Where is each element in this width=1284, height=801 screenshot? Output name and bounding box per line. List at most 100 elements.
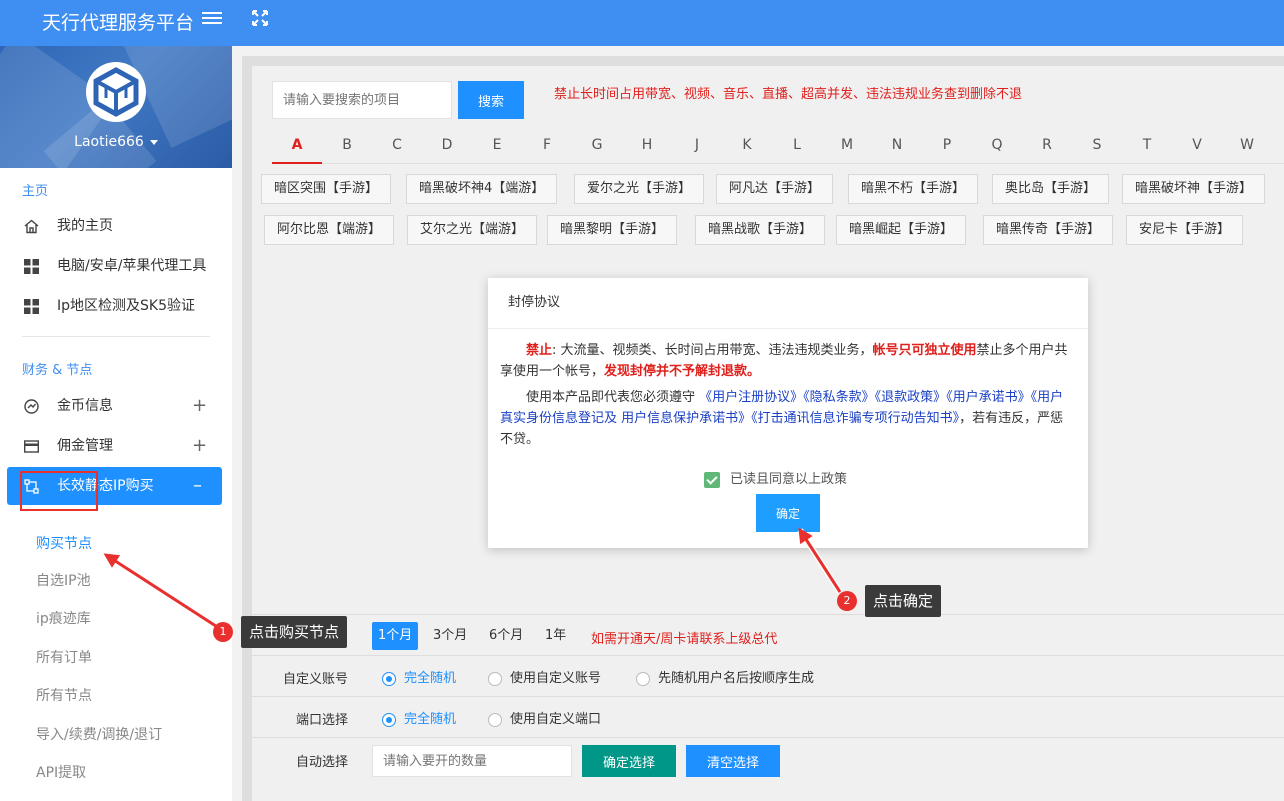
sub-api-extract[interactable]: API提取 — [36, 762, 86, 782]
nav-commission[interactable]: 佣金管理 + — [0, 427, 232, 465]
letter-tab-k[interactable]: K — [722, 136, 772, 154]
game-tag[interactable]: 暗黑黎明【手游】 — [547, 215, 678, 245]
section-title-main: 主页 — [22, 184, 49, 199]
collapse-minus-icon[interactable]: – — [193, 467, 202, 505]
sidebar-divider — [22, 336, 210, 337]
auto-select-label: 自动选择 — [295, 755, 348, 770]
username-dropdown[interactable]: Laotie666 — [0, 134, 232, 150]
expand-plus-icon[interactable]: + — [192, 387, 207, 425]
user-profile-header: Laotie666 — [0, 46, 232, 168]
letter-tab-s[interactable]: S — [1072, 136, 1122, 154]
sub-ip-trace[interactable]: ip痕迹库 — [36, 608, 91, 628]
home-icon — [24, 219, 39, 234]
sub-custom-ip-pool[interactable]: 自选IP池 — [36, 570, 91, 590]
active-letter-underline — [272, 162, 322, 164]
buy-node-highlight-box — [20, 471, 98, 511]
game-tag[interactable]: 暗黑战歌【手游】 — [695, 215, 826, 245]
modal-title: 封停协议 — [488, 278, 1088, 329]
letter-tab-n[interactable]: N — [872, 136, 922, 154]
game-tag[interactable]: 爱尔之光【手游】 — [574, 174, 705, 204]
letter-tab-b[interactable]: B — [322, 136, 372, 154]
search-input[interactable] — [272, 81, 452, 119]
game-tag[interactable]: 暗黑崛起【手游】 — [836, 215, 967, 245]
nav-ip-check-label: Ip地区检测及SK5验证 — [57, 298, 195, 314]
sub-all-nodes[interactable]: 所有节点 — [36, 685, 92, 705]
period-3-months[interactable]: 3个月 — [427, 622, 473, 650]
modal-confirm-button[interactable]: 确定 — [756, 494, 820, 532]
letter-tab-c[interactable]: C — [372, 136, 422, 154]
letter-tab-m[interactable]: M — [822, 136, 872, 154]
port-option-custom[interactable]: 使用自定义端口 — [488, 708, 601, 727]
game-tag[interactable]: 暗黑破坏神4【端游】 — [406, 174, 558, 204]
game-tag[interactable]: 暗黑传奇【手游】 — [983, 215, 1114, 245]
game-tag[interactable]: 暗黑破坏神【手游】 — [1122, 174, 1266, 204]
account-row: 自定义账号 完全随机 使用自定义账号 先随机用户名后按顺序生成 — [252, 655, 1284, 696]
account-option-custom[interactable]: 使用自定义账号 — [488, 667, 601, 686]
letter-tab-h[interactable]: H — [622, 136, 672, 154]
nav-ip-check[interactable]: Ip地区检测及SK5验证 — [0, 287, 232, 325]
cube-logo-icon — [93, 67, 139, 117]
letter-tab-w[interactable]: W — [1222, 136, 1272, 154]
period-1-month[interactable]: 1个月 — [372, 622, 419, 650]
nav-commission-label: 佣金管理 — [57, 438, 113, 454]
sub-import-renew[interactable]: 导入/续费/调换/退订 — [36, 724, 162, 744]
nav-coins-label: 金币信息 — [57, 398, 113, 414]
game-tag[interactable]: 暗黑不朽【手游】 — [848, 174, 979, 204]
game-tag[interactable]: 艾尔之光【端游】 — [407, 215, 538, 245]
account-option-sequential[interactable]: 先随机用户名后按顺序生成 — [636, 667, 814, 686]
account-option-random[interactable]: 完全随机 — [382, 667, 456, 686]
game-tag[interactable]: 暗区突围【手游】 — [261, 174, 392, 204]
grid-icon — [24, 259, 39, 274]
clear-selection-button[interactable]: 清空选择 — [686, 745, 780, 777]
letter-tab-r[interactable]: R — [1022, 136, 1072, 154]
letter-tab-l[interactable]: L — [772, 136, 822, 154]
card-icon — [24, 440, 39, 453]
confirm-selection-button[interactable]: 确定选择 — [582, 745, 676, 777]
checkbox-checked-icon[interactable] — [704, 471, 720, 488]
period-6-months[interactable]: 6个月 — [483, 622, 529, 650]
nav-proxy-tools-label: 电脑/安卓/苹果代理工具 — [57, 258, 207, 274]
nav-home[interactable]: 我的主页 — [0, 207, 232, 245]
period-1-year[interactable]: 1年 — [539, 622, 572, 650]
search-button[interactable]: 搜索 — [458, 81, 524, 119]
sub-all-orders[interactable]: 所有订单 — [36, 647, 92, 667]
username: Laotie666 — [74, 134, 144, 150]
letter-tab-g[interactable]: G — [572, 136, 622, 154]
letter-tab-v[interactable]: V — [1172, 136, 1222, 154]
menu-toggle-icon[interactable] — [202, 9, 222, 29]
letter-tab-t[interactable]: T — [1122, 136, 1172, 154]
game-tag[interactable]: 阿尔比恩【端游】 — [264, 215, 395, 245]
step-2-callout: 点击确定 — [865, 585, 942, 617]
step-2-badge: 2 — [837, 591, 857, 611]
policy-paragraph-2: 使用本产品即代表您必须遵守 《用户注册协议》《隐私条款》《退款政策》《用户承诺书… — [500, 390, 1064, 447]
agree-checkbox[interactable]: 已读且同意以上政策 — [704, 468, 847, 488]
modal-body: 禁止: 大流量、视频类、长时间占用带宽、违法违规类业务，帐号只可独立使用禁止多个… — [500, 340, 1070, 450]
radio-dot — [382, 671, 396, 686]
letter-tab-d[interactable]: D — [422, 136, 472, 154]
letter-tab-q[interactable]: Q — [972, 136, 1022, 154]
purchase-form: 1个月 3个月 6个月 1年 如需开通天/周卡请联系上级总代 自定义账号 完全随… — [252, 614, 1284, 801]
usage-warning-notice: 禁止长时间占用带宽、视频、音乐、直播、超高并发、违法违规业务查到删除不退 — [554, 87, 1023, 102]
step-1-badge: 1 — [213, 622, 233, 642]
port-option-random[interactable]: 完全随机 — [382, 708, 456, 727]
sub-buy-node[interactable]: 购买节点 — [36, 533, 92, 553]
game-tag[interactable]: 安尼卡【手游】 — [1126, 215, 1244, 245]
game-tag[interactable]: 奥比岛【手游】 — [992, 174, 1110, 204]
fullscreen-icon[interactable] — [251, 9, 269, 27]
section-title-finance: 财务 & 节点 — [22, 363, 93, 378]
quantity-input[interactable] — [372, 745, 572, 777]
nav-coins[interactable]: 金币信息 + — [0, 387, 232, 425]
letter-tab-j[interactable]: J — [672, 136, 722, 154]
letter-tab-f[interactable]: F — [522, 136, 572, 154]
port-row: 端口选择 完全随机 使用自定义端口 — [252, 696, 1284, 737]
letter-tab-p[interactable]: P — [922, 136, 972, 154]
avatar[interactable] — [86, 62, 146, 122]
agree-label: 已读且同意以上政策 — [730, 472, 848, 487]
ban-agreement-modal: 封停协议 禁止: 大流量、视频类、长时间占用带宽、违法违规类业务，帐号只可独立使… — [488, 278, 1088, 548]
expand-plus-icon[interactable]: + — [192, 427, 207, 465]
letter-tab-e[interactable]: E — [472, 136, 522, 154]
game-tag[interactable]: 阿凡达【手游】 — [716, 174, 834, 204]
nav-proxy-tools[interactable]: 电脑/安卓/苹果代理工具 — [0, 247, 232, 285]
port-label: 端口选择 — [295, 713, 348, 728]
letter-tab-a[interactable]: A — [272, 136, 322, 154]
